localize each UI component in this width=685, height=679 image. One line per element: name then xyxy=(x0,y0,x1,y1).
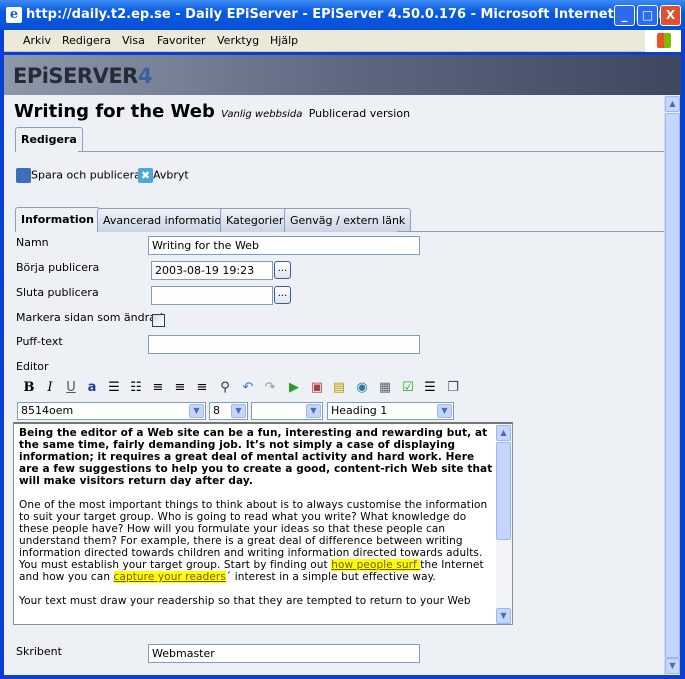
author-label: Skribent xyxy=(16,645,62,658)
underline-icon[interactable]: U xyxy=(62,379,80,397)
numbered-list-icon[interactable]: ☰ xyxy=(105,379,123,397)
start-date-picker-button[interactable]: ... xyxy=(274,261,291,279)
title-bar: e http://daily.t2.ep.se - Daily EPiServe… xyxy=(0,0,685,30)
close-button[interactable]: X xyxy=(660,5,681,26)
menu-verktyg[interactable]: Verktyg xyxy=(217,34,259,47)
scroll-up-icon[interactable]: ▲ xyxy=(665,96,680,112)
window-icon[interactable]: ❐ xyxy=(444,379,462,397)
mark-changed-checkbox[interactable] xyxy=(152,314,165,327)
italic-icon[interactable]: I xyxy=(41,379,59,397)
tab-redigera[interactable]: Redigera xyxy=(15,127,83,152)
scroll-thumb xyxy=(496,442,511,540)
window-title: http://daily.t2.ep.se - Daily EPiServer … xyxy=(26,7,680,22)
scroll-down-icon[interactable]: ▼ xyxy=(665,658,680,674)
editor-intro: Being the editor of a Web site can be a … xyxy=(19,427,493,487)
format-icon[interactable]: ☰ xyxy=(421,379,439,397)
bold-icon[interactable]: B xyxy=(20,379,38,397)
menu-favoriter[interactable]: Favoriter xyxy=(157,34,205,47)
maximize-button[interactable]: □ xyxy=(637,5,658,26)
align-right-icon[interactable]: ≡ xyxy=(193,379,211,397)
table-icon[interactable]: ▦ xyxy=(376,379,394,397)
menu-bar: Arkiv Redigera Visa Favoriter Verktyg Hj… xyxy=(4,30,681,52)
insert-document-icon[interactable]: ▤ xyxy=(330,379,348,397)
editor-paragraph: One of the most important things to thin… xyxy=(19,499,488,583)
stop-publish-input[interactable] xyxy=(151,286,273,305)
tab-kategorier[interactable]: Kategorier xyxy=(220,208,290,232)
start-publish-input[interactable]: 2003-08-19 19:23 xyxy=(151,261,273,280)
menu-redigera[interactable]: Redigera xyxy=(62,34,111,47)
page-status: Publicerad version xyxy=(308,107,411,120)
puff-text-input[interactable] xyxy=(148,335,420,354)
page-scrollbar[interactable]: ▲ ▼ xyxy=(664,95,680,675)
page-title: Writing for the Web Vanlig webbsida Publ… xyxy=(14,101,411,122)
stop-date-picker-button[interactable]: ... xyxy=(274,286,291,304)
scroll-down-icon: ▼ xyxy=(496,608,511,624)
tab-genvag[interactable]: Genväg / extern länk xyxy=(284,208,412,232)
minimize-button[interactable]: _ xyxy=(614,5,635,26)
author-input[interactable]: Webmaster xyxy=(148,644,420,663)
web-link-icon[interactable]: ◉ xyxy=(353,379,371,397)
episerver-header: EPiSERVER4 xyxy=(4,55,681,95)
tab-information[interactable]: Information xyxy=(15,207,100,232)
menu-visa[interactable]: Visa xyxy=(122,34,145,47)
windows-logo-icon xyxy=(645,30,681,52)
name-input[interactable]: Writing for the Web xyxy=(148,236,420,255)
scroll-thumb[interactable] xyxy=(665,113,680,658)
spellcheck-icon[interactable]: ☑ xyxy=(399,379,417,397)
cancel-button[interactable]: ✖ Avbryt xyxy=(138,168,189,183)
menu-arkiv[interactable]: Arkiv xyxy=(23,34,51,47)
chevron-down-icon: ▼ xyxy=(306,404,321,418)
color-select[interactable]: ▼ xyxy=(251,402,323,420)
episerver-logo: EPiSERVER4 xyxy=(13,64,152,88)
ie-icon: e xyxy=(6,7,22,23)
editor-label: Editor xyxy=(16,360,49,373)
redo-icon[interactable]: ↷ xyxy=(261,379,279,397)
find-icon[interactable]: ⚲ xyxy=(216,379,234,397)
rich-text-editor[interactable]: Being the editor of a Web site can be a … xyxy=(13,422,513,625)
cancel-icon: ✖ xyxy=(138,168,153,183)
name-label: Namn xyxy=(16,236,49,249)
stop-publish-label: Sluta publicera xyxy=(16,286,99,299)
chevron-down-icon: ▼ xyxy=(231,404,246,418)
save-publish-button[interactable]: Spara och publicera xyxy=(16,168,141,183)
insert-link-icon[interactable]: ▶ xyxy=(285,379,303,397)
start-publish-label: Börja publicera xyxy=(16,261,100,274)
save-icon xyxy=(16,168,31,183)
page-type: Vanlig webbsida xyxy=(221,109,303,120)
font-color-icon[interactable]: a xyxy=(83,379,101,397)
menu-hjalp[interactable]: Hjälp xyxy=(270,34,298,47)
size-select[interactable]: 8 ▼ xyxy=(209,402,248,420)
style-select[interactable]: Heading 1 ▼ xyxy=(327,402,454,420)
align-left-icon[interactable]: ≡ xyxy=(149,379,167,397)
link-how-people-surf[interactable]: how people surf xyxy=(331,559,421,571)
tab-avancerad-information[interactable]: Avancerad information xyxy=(97,208,235,232)
align-center-icon[interactable]: ≡ xyxy=(171,379,189,397)
bullet-list-icon[interactable]: ☷ xyxy=(127,379,145,397)
link-capture-your-readers[interactable]: capture your readers xyxy=(113,571,226,583)
font-select[interactable]: 8514oem ▼ xyxy=(17,402,206,420)
puff-text-label: Puff-text xyxy=(16,335,63,348)
scroll-up-icon: ▲ xyxy=(496,425,511,441)
mark-changed-label: Markera sidan som ändrad xyxy=(16,311,163,324)
chevron-down-icon: ▼ xyxy=(189,404,204,418)
undo-icon[interactable]: ↶ xyxy=(239,379,257,397)
chevron-down-icon: ▼ xyxy=(437,404,452,418)
insert-image-icon[interactable]: ▣ xyxy=(308,379,326,397)
editor-scrollbar[interactable]: ▲ ▼ xyxy=(496,424,512,624)
editor-paragraph: Your text must draw your readership so t… xyxy=(19,595,471,607)
